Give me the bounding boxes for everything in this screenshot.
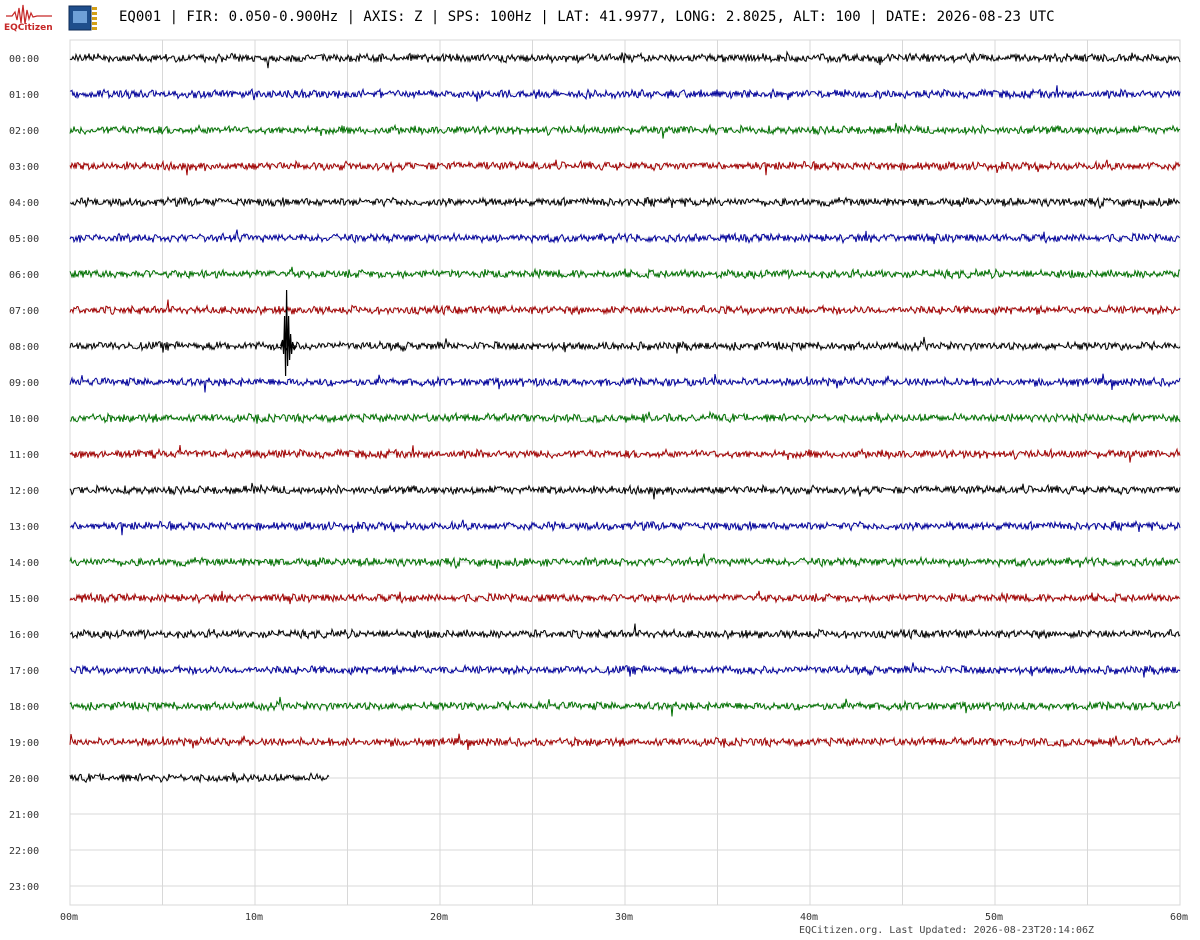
- hour-labels: 00:00 01:00 02:00 03:00 04:00 05:00 06:00 07:00…: [9, 54, 39, 893]
- x-tick-label: 00m: [60, 912, 78, 923]
- hour-label: 00:00: [9, 54, 39, 65]
- hour-label: 13:00: [9, 522, 39, 533]
- x-tick-label: 50m: [985, 912, 1003, 923]
- hour-label: 02:00: [9, 126, 39, 137]
- hour-label: 22:00: [9, 846, 39, 857]
- hour-label: 03:00: [9, 162, 39, 173]
- hour-label: 17:00: [9, 666, 39, 677]
- x-tick-label: 20m: [430, 912, 448, 923]
- hour-label: 10:00: [9, 414, 39, 425]
- trace-2000: [69, 771, 330, 784]
- hour-label: 15:00: [9, 594, 39, 605]
- hour-label: 23:00: [9, 882, 39, 893]
- hour-label: 12:00: [9, 486, 39, 497]
- minute-axis: 00m 10m 20m 30m 40m 50m 60m: [60, 912, 1188, 923]
- hour-label: 19:00: [9, 738, 39, 749]
- hour-label: 21:00: [9, 810, 39, 821]
- x-tick-label: 30m: [615, 912, 633, 923]
- hour-label: 01:00: [9, 90, 39, 101]
- hour-label: 11:00: [9, 450, 39, 461]
- hour-label: 18:00: [9, 702, 39, 713]
- hour-label: 20:00: [9, 774, 39, 785]
- plot-grid: [69, 39, 1181, 906]
- helicorder-plot: 00:00 01:00 02:00 03:00 04:00 05:00 06:00 07:00…: [9, 39, 1188, 923]
- hour-label: 04:00: [9, 198, 39, 209]
- x-tick-label: 40m: [800, 912, 818, 923]
- event-spike: [280, 289, 298, 377]
- last-updated-footer: EQCitizen.org. Last Updated: 2026-08-23T…: [799, 925, 1095, 936]
- hour-label: 14:00: [9, 558, 39, 569]
- x-tick-label: 60m: [1170, 912, 1188, 923]
- hour-label: 08:00: [9, 342, 39, 353]
- hour-label: 06:00: [9, 270, 39, 281]
- x-tick-label: 10m: [245, 912, 263, 923]
- hour-label: 07:00: [9, 306, 39, 317]
- hour-label: 16:00: [9, 630, 39, 641]
- hour-label: 05:00: [9, 234, 39, 245]
- hour-label: 09:00: [9, 378, 39, 389]
